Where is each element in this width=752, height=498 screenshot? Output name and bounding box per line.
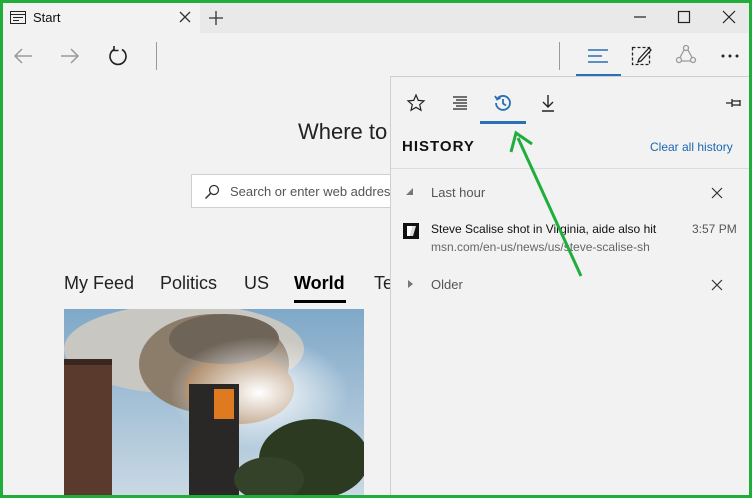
news-image[interactable] [64, 309, 364, 495]
msn-logo [407, 226, 416, 236]
remove-group-icon[interactable] [710, 278, 724, 292]
search-icon [204, 184, 220, 200]
favorites-star-icon[interactable] [406, 93, 426, 113]
feed-tab-my-feed[interactable]: My Feed [64, 273, 134, 294]
history-item-time: 3:57 PM [692, 222, 737, 236]
history-tab-indicator [480, 121, 526, 124]
chevron-down-icon[interactable] [405, 187, 415, 197]
history-item-url: msn.com/en-us/news/us/steve-scalise-sh [431, 240, 650, 254]
chevron-right-icon[interactable] [405, 279, 415, 289]
hub-panel: HISTORY Clear all history Last hour Stev… [390, 76, 749, 495]
history-group-older[interactable]: Older [391, 273, 749, 297]
hub-title: HISTORY [402, 138, 475, 155]
pin-icon[interactable] [724, 93, 744, 113]
remove-group-icon[interactable] [710, 186, 724, 200]
site-favicon [403, 223, 419, 239]
downloads-icon[interactable] [538, 93, 558, 113]
browser-window: Start Where to Search or enter web addre… [3, 3, 749, 495]
history-item[interactable]: Steve Scalise shot in Virginia, aide als… [391, 217, 749, 259]
feed-tab-politics[interactable]: Politics [160, 273, 217, 294]
history-item-title: Steve Scalise shot in Virginia, aide als… [431, 222, 657, 236]
feed-tab-world[interactable]: World [294, 273, 345, 294]
hub-divider [391, 168, 749, 169]
reading-list-icon[interactable] [450, 93, 470, 113]
group-label-older: Older [431, 277, 463, 292]
history-icon[interactable] [493, 93, 513, 113]
clear-history-link[interactable]: Clear all history [650, 140, 733, 154]
page-heading: Where to [298, 119, 388, 144]
group-label-last-hour: Last hour [431, 185, 486, 200]
history-group-last-hour[interactable]: Last hour [391, 181, 749, 205]
feed-tab-underline [294, 300, 346, 303]
feed-tab-us[interactable]: US [244, 273, 269, 294]
